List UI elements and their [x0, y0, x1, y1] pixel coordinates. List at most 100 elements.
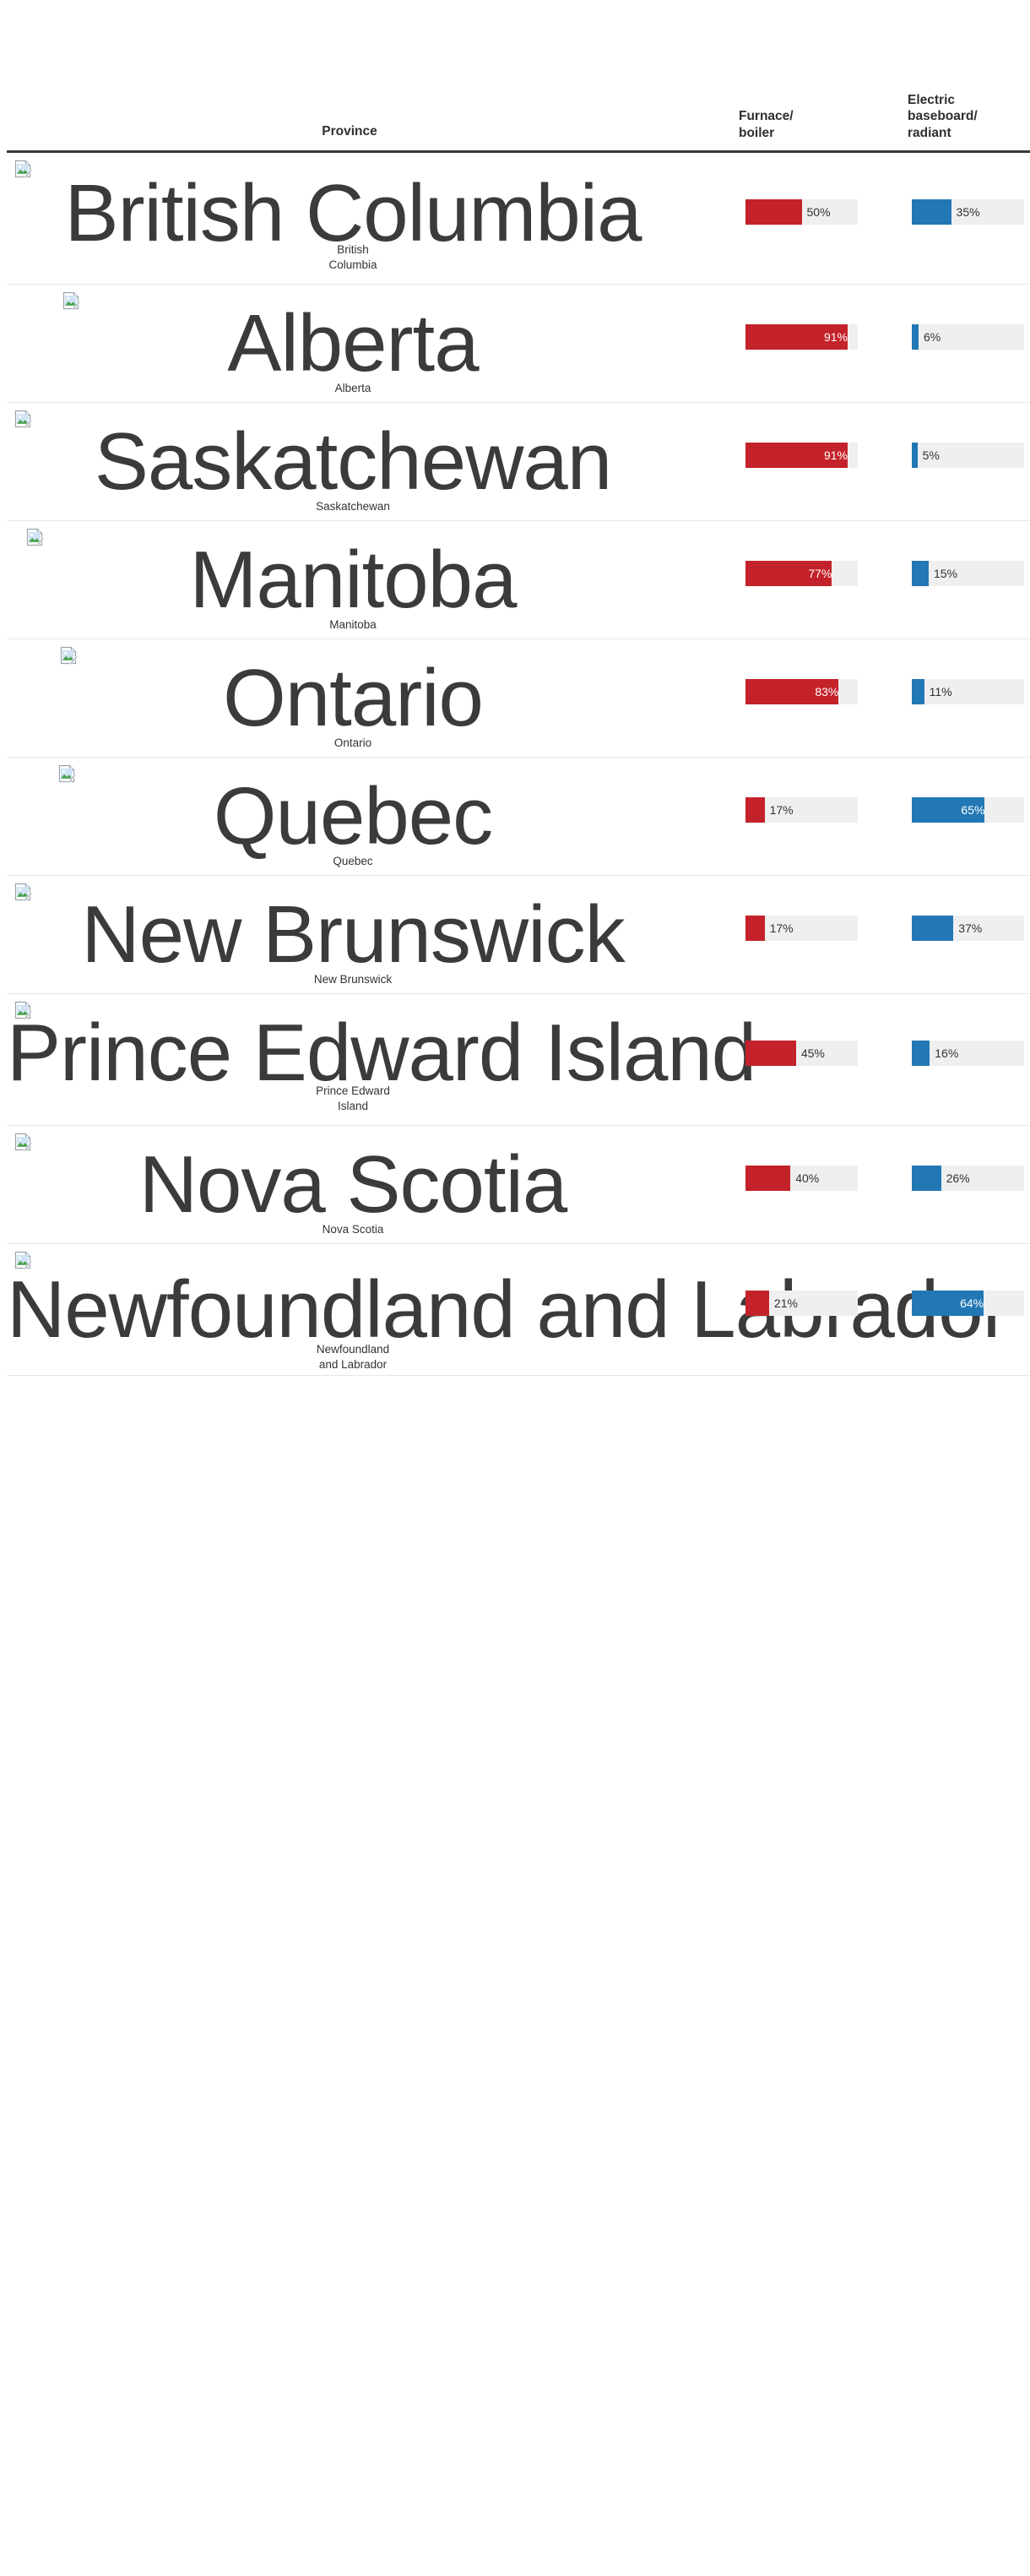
province-caption: British Columbia — [7, 242, 699, 273]
table-row: Nova Scotia Nova Scotia 40% 26% — [7, 1126, 1030, 1244]
electric-baseboard-bar-fill — [912, 679, 924, 704]
furnace-boiler-bar-fill — [745, 1291, 769, 1316]
electric-baseboard-bar-value-label: 15% — [933, 567, 957, 580]
table-row: Manitoba Manitoba 77% 15% — [7, 521, 1030, 639]
province-alt-text: Alberta — [227, 298, 479, 389]
furnace-boiler-bar-value-label: 83% — [815, 685, 839, 698]
province-caption-line1: Manitoba — [329, 618, 377, 631]
province-caption: Prince Edward Island — [7, 1084, 699, 1114]
heating-systems-table: Province Furnace/ boiler Electric basebo… — [0, 0, 1030, 1376]
electric-baseboard-bar-cell: 15% — [912, 561, 1024, 586]
furnace-boiler-bar-fill — [745, 916, 765, 941]
electric-baseboard-bar-value-label: 26% — [946, 1171, 970, 1185]
electric-baseboard-bar-cell: 65% — [912, 797, 1024, 823]
province-cell: Prince Edward Island Prince Edward Island — [7, 994, 756, 1125]
electric-baseboard-bar-track: 65% — [912, 797, 1024, 823]
province-alt-text: Ontario — [223, 653, 484, 743]
furnace-boiler-bar-cell: 77% — [745, 561, 858, 586]
furnace-boiler-bar-fill — [745, 1041, 796, 1066]
furnace-boiler-bar-cell: 17% — [745, 797, 858, 823]
furnace-boiler-bar-track: 17% — [745, 916, 858, 941]
furnace-boiler-bar-track: 45% — [745, 1041, 858, 1066]
province-alt-text: Nova Scotia — [138, 1139, 568, 1230]
table-header-row: Province Furnace/ boiler Electric basebo… — [7, 0, 1030, 153]
furnace-boiler-bar-track: 50% — [745, 199, 858, 225]
province-alt-text: Manitoba — [189, 535, 518, 625]
electric-baseboard-bar-cell: 35% — [912, 199, 1024, 225]
electric-baseboard-bar-cell: 64% — [912, 1291, 1024, 1316]
furnace-boiler-bar-value-label: 17% — [769, 921, 794, 935]
electric-baseboard-bar-value-label: 35% — [956, 205, 980, 219]
table-row: Saskatchewan Saskatchewan 91% 5% — [7, 403, 1030, 521]
furnace-boiler-bar-track: 17% — [745, 797, 858, 823]
province-cell: Alberta Alberta — [7, 285, 699, 402]
province-caption: Alberta — [7, 381, 699, 396]
province-cell: Ontario Ontario — [7, 639, 699, 757]
furnace-boiler-bar-track: 21% — [745, 1291, 858, 1316]
table-row: British Columbia British Columbia 50% 35% — [7, 153, 1030, 285]
electric-baseboard-bar-fill — [912, 561, 929, 586]
province-cell: Newfoundland and Labrador Newfoundland and… — [7, 1244, 1010, 1375]
province-caption: New Brunswick — [7, 972, 699, 987]
furnace-boiler-bar-value-label: 21% — [773, 1296, 798, 1310]
province-caption: Newfoundland and Labrador — [7, 1342, 699, 1372]
electric-baseboard-bar-track: 26% — [912, 1166, 1024, 1191]
province-caption-line1: Ontario — [333, 736, 372, 749]
province-alt-text: Quebec — [213, 771, 493, 861]
province-caption-line1: Quebec — [333, 855, 373, 867]
table-body: British Columbia British Columbia 50% 35% Alb… — [0, 153, 1030, 1376]
electric-baseboard-bar-value-label: 16% — [935, 1046, 959, 1060]
electric-baseboard-bar-track: 11% — [912, 679, 1024, 704]
furnace-boiler-bar-cell: 45% — [745, 1041, 858, 1066]
electric-baseboard-bar-cell: 11% — [912, 679, 1024, 704]
furnace-boiler-bar-fill — [745, 1166, 791, 1191]
furnace-boiler-bar-cell: 83% — [745, 679, 858, 704]
electric-baseboard-bar-track: 5% — [912, 443, 1024, 468]
column-header-electric-baseboard-radiant: Electric baseboard/ radiant — [908, 92, 1030, 142]
electric-baseboard-bar-value-label: 64% — [960, 1296, 984, 1310]
electric-baseboard-bar-track: 37% — [912, 916, 1024, 941]
furnace-boiler-bar-fill — [745, 199, 802, 225]
table-row: Quebec Quebec 17% 65% — [7, 758, 1030, 876]
column-header-furnace-boiler: Furnace/ boiler — [739, 108, 840, 142]
furnace-boiler-bar-value-label: 91% — [823, 330, 848, 344]
furnace-boiler-bar-cell: 21% — [745, 1291, 858, 1316]
electric-baseboard-bar-track: 35% — [912, 199, 1024, 225]
furnace-boiler-bar-cell: 17% — [745, 916, 858, 941]
furnace-boiler-bar-value-label: 40% — [795, 1171, 820, 1185]
province-cell: British Columbia British Columbia — [7, 153, 699, 284]
column-header-province: Province — [322, 124, 377, 139]
province-alt-text: Saskatchewan — [94, 416, 612, 507]
furnace-boiler-bar-track: 91% — [745, 324, 858, 350]
province-caption-line2: and Labrador — [318, 1358, 388, 1372]
electric-baseboard-bar-value-label: 65% — [961, 803, 985, 817]
electric-baseboard-bar-cell: 26% — [912, 1166, 1024, 1191]
table-row: New Brunswick New Brunswick 17% 37% — [7, 876, 1030, 994]
furnace-boiler-bar-value-label: 91% — [823, 448, 848, 462]
electric-baseboard-bar-cell: 16% — [912, 1041, 1024, 1066]
electric-baseboard-bar-value-label: 11% — [929, 685, 952, 698]
electric-baseboard-bar-value-label: 5% — [922, 448, 940, 462]
electric-baseboard-bar-value-label: 6% — [923, 330, 941, 344]
province-caption: Manitoba — [7, 617, 699, 633]
furnace-boiler-bar-value-label: 77% — [808, 567, 832, 580]
province-alt-text: Prince Edward Island — [7, 1008, 756, 1098]
province-caption-line1: Saskatchewan — [316, 500, 390, 513]
province-caption-line1: Prince Edward — [316, 1084, 390, 1097]
column-header-electric-line3: radiant — [908, 126, 951, 141]
province-alt-text: Newfoundland and Labrador — [7, 1264, 1010, 1355]
column-header-electric-line1: Electric — [908, 92, 956, 107]
province-caption-line1: Newfoundland — [316, 1343, 390, 1356]
furnace-boiler-bar-cell: 50% — [745, 199, 858, 225]
electric-baseboard-bar-value-label: 37% — [958, 921, 983, 935]
province-cell: Manitoba Manitoba — [7, 521, 699, 639]
table-row: Prince Edward Island Prince Edward Island 4… — [7, 994, 1030, 1126]
column-header-furnace-line1: Furnace/ — [739, 109, 794, 124]
furnace-boiler-bar-track: 91% — [745, 443, 858, 468]
column-header-furnace-line2: boiler — [739, 126, 775, 141]
province-caption-line1: New Brunswick — [313, 973, 393, 986]
furnace-boiler-bar-track: 40% — [745, 1166, 858, 1191]
electric-baseboard-bar-track: 6% — [912, 324, 1024, 350]
province-caption-line2: Columbia — [328, 258, 377, 272]
electric-baseboard-bar-cell: 37% — [912, 916, 1024, 941]
